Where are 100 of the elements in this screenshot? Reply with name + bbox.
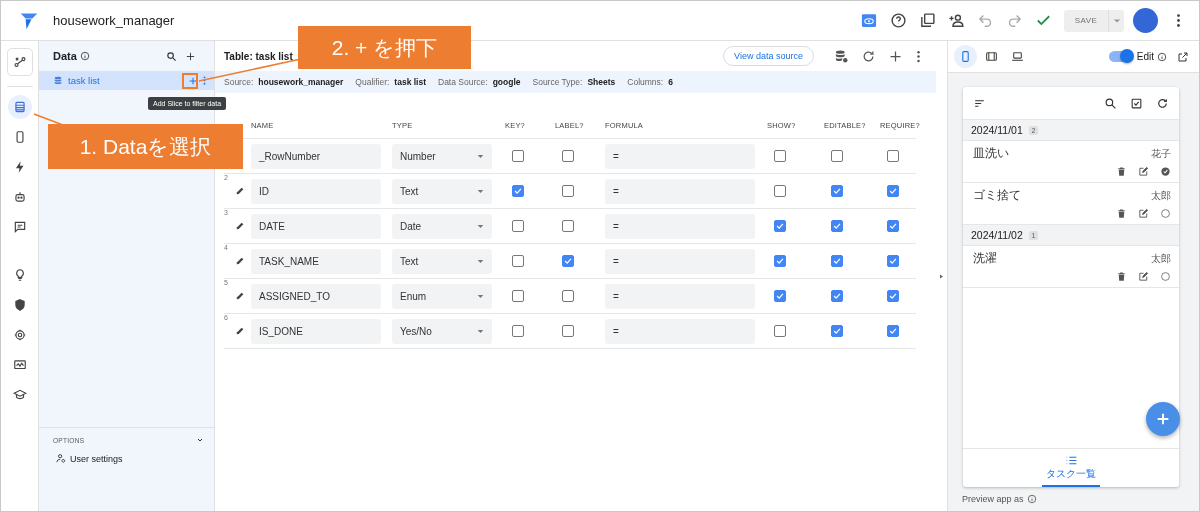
formula-field[interactable]: = [605, 318, 755, 344]
add-icon[interactable] [185, 50, 196, 62]
name-field[interactable]: TASK_NAME [251, 248, 381, 274]
checkbox[interactable] [512, 185, 524, 197]
checkbox[interactable] [774, 185, 786, 197]
checkbox[interactable] [562, 255, 574, 267]
checkbox[interactable] [562, 185, 574, 197]
trash-icon[interactable] [1116, 166, 1127, 177]
checkbox[interactable] [831, 255, 843, 267]
name-field[interactable]: ID [251, 178, 381, 204]
open-external-icon[interactable] [1177, 50, 1189, 63]
checkbox[interactable] [774, 220, 786, 232]
edit-icon[interactable] [1138, 166, 1149, 177]
view-data-source-button[interactable]: View data source [723, 46, 814, 66]
formula-field[interactable]: = [605, 213, 755, 239]
chevron-icon[interactable] [196, 436, 204, 444]
pencil-icon[interactable] [235, 256, 245, 266]
pencil-icon[interactable] [235, 326, 245, 336]
checkbox[interactable] [887, 150, 899, 162]
type-dropdown[interactable]: Text [392, 178, 492, 204]
formula-field[interactable]: = [605, 178, 755, 204]
type-dropdown[interactable]: Date [392, 213, 492, 239]
preview-icon[interactable] [860, 12, 878, 29]
type-dropdown[interactable]: Yes/No [392, 318, 492, 344]
group-date: 2024/11/02 [971, 229, 1023, 241]
name-field[interactable]: IS_DONE [251, 318, 381, 344]
checkbox[interactable] [831, 325, 843, 337]
formula-field[interactable]: = [605, 248, 755, 274]
checkbox[interactable] [512, 150, 524, 162]
nav-tab[interactable]: タスク一覧 [1042, 449, 1100, 487]
info-value: 6 [668, 77, 673, 87]
info-label: Qualifier: [355, 77, 390, 87]
database-settings-icon[interactable] [834, 48, 849, 64]
checkbox[interactable] [831, 220, 843, 232]
caret-icon [477, 327, 484, 335]
checkbox[interactable] [562, 290, 574, 302]
copy-icon[interactable] [919, 12, 936, 29]
checkbox[interactable] [831, 290, 843, 302]
checkbox[interactable] [562, 220, 574, 232]
pencil-icon[interactable] [235, 291, 245, 301]
checkbox[interactable] [887, 290, 899, 302]
options-item[interactable]: User settings [56, 453, 123, 464]
checkbox[interactable] [512, 255, 524, 267]
type-dropdown[interactable]: Enum [392, 283, 492, 309]
checkbox[interactable] [774, 290, 786, 302]
edit-icon[interactable] [1138, 271, 1149, 282]
help-icon[interactable] [890, 12, 907, 29]
expand-arrow-icon[interactable] [939, 273, 944, 279]
checkbox[interactable] [512, 220, 524, 232]
checkbox[interactable] [562, 325, 574, 337]
name-field[interactable]: DATE [251, 213, 381, 239]
name-field[interactable]: _RowNumber [251, 143, 381, 169]
checkbox[interactable] [831, 185, 843, 197]
checkbox-icon[interactable] [1130, 96, 1143, 110]
checkbox[interactable] [887, 255, 899, 267]
checkbox[interactable] [562, 150, 574, 162]
edit-icon[interactable] [1138, 208, 1149, 219]
refresh-icon[interactable] [1156, 96, 1169, 110]
trash-icon[interactable] [1116, 271, 1127, 282]
avatar[interactable] [1133, 8, 1158, 33]
info-label: Source: [224, 77, 254, 87]
pencil-icon[interactable] [235, 186, 245, 196]
highlight-frame [182, 73, 198, 89]
checkbox[interactable] [887, 185, 899, 197]
circle-icon[interactable] [1160, 208, 1171, 219]
data-icon[interactable] [7, 95, 32, 119]
checked-circle-icon[interactable] [1160, 166, 1171, 177]
formula-field[interactable]: = [605, 283, 755, 309]
checkbox[interactable] [512, 290, 524, 302]
table-list-item[interactable]: task list [39, 71, 214, 90]
flow-icon[interactable] [6, 48, 33, 76]
info-icon[interactable] [1026, 494, 1037, 504]
formula-field[interactable]: = [605, 143, 755, 169]
checkbox[interactable] [887, 220, 899, 232]
search-icon[interactable] [1104, 96, 1117, 110]
phone-icon[interactable] [954, 45, 977, 68]
more-icon[interactable] [203, 75, 206, 86]
checkbox[interactable] [774, 150, 786, 162]
pencil-icon[interactable] [235, 221, 245, 231]
type-dropdown[interactable]: Number [392, 143, 492, 169]
info-icon[interactable] [1157, 51, 1167, 62]
info-icon[interactable] [79, 51, 90, 61]
refresh-icon[interactable] [861, 48, 876, 64]
info-label: Columns: [627, 77, 664, 87]
circle-icon[interactable] [1160, 271, 1171, 282]
info-value: Sheets [587, 77, 616, 87]
name-field[interactable]: ASSIGNED_TO [251, 283, 381, 309]
checkbox[interactable] [512, 325, 524, 337]
checkbox[interactable] [774, 255, 786, 267]
checkbox[interactable] [887, 325, 899, 337]
caret-icon [477, 222, 484, 230]
type-dropdown[interactable]: Text [392, 248, 492, 274]
edit-toggle[interactable] [1108, 51, 1133, 62]
checkbox[interactable] [831, 150, 843, 162]
search-icon[interactable] [166, 50, 177, 62]
info-value: task list [394, 77, 426, 87]
checkbox[interactable] [774, 325, 786, 337]
add-person-icon[interactable] [948, 12, 965, 29]
add-fab-button[interactable] [1146, 402, 1180, 436]
trash-icon[interactable] [1116, 208, 1127, 219]
